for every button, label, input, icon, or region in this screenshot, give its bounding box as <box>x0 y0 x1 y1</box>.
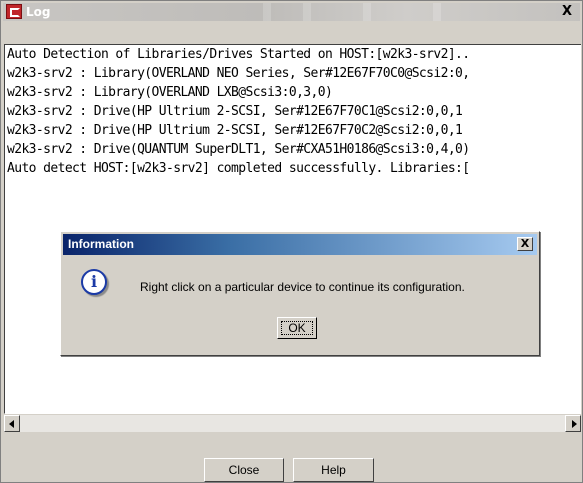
info-icon: i <box>81 269 107 295</box>
scroll-right-button[interactable] <box>565 415 581 432</box>
window-close-button[interactable]: X <box>560 4 574 20</box>
log-line: w2k3-srv2 : Drive(QUANTUM SuperDLT1, Ser… <box>7 142 470 157</box>
log-line: Auto detect HOST:[w2k3-srv2] completed s… <box>7 161 470 176</box>
log-line: w2k3-srv2 : Drive(HP Ultrium 2-SCSI, Ser… <box>7 104 463 119</box>
close-button[interactable]: Close <box>204 458 284 482</box>
arrow-right-icon <box>572 420 577 428</box>
ok-button[interactable]: OK <box>277 317 317 339</box>
log-line: w2k3-srv2 : Library(OVERLAND LXB@Scsi3:0… <box>7 85 333 100</box>
app-logo-icon <box>6 4 22 19</box>
log-text-area[interactable]: Auto Detection of Libraries/Drives Start… <box>4 44 581 414</box>
help-button[interactable]: Help <box>293 458 374 482</box>
dialog-title: Information <box>68 237 134 251</box>
scroll-left-button[interactable] <box>4 415 20 432</box>
focus-indicator <box>281 321 313 335</box>
window-title: Log <box>26 5 51 19</box>
dialog-message: Right click on a particular device to co… <box>140 280 465 294</box>
dialog-close-button[interactable]: X <box>517 237 533 251</box>
dialog-titlebar[interactable]: Information X <box>63 234 537 255</box>
log-line: w2k3-srv2 : Drive(HP Ultrium 2-SCSI, Ser… <box>7 123 463 138</box>
log-line: Auto Detection of Libraries/Drives Start… <box>7 47 470 62</box>
log-line: w2k3-srv2 : Library(OVERLAND NEO Series,… <box>7 66 470 81</box>
horizontal-scrollbar[interactable] <box>4 415 581 432</box>
arrow-left-icon <box>9 420 14 428</box>
window-titlebar[interactable]: Log X <box>3 3 580 21</box>
information-dialog: Information X i Right click on a particu… <box>60 231 540 356</box>
log-window: Log X Auto Detection of Libraries/Drives… <box>0 0 583 483</box>
